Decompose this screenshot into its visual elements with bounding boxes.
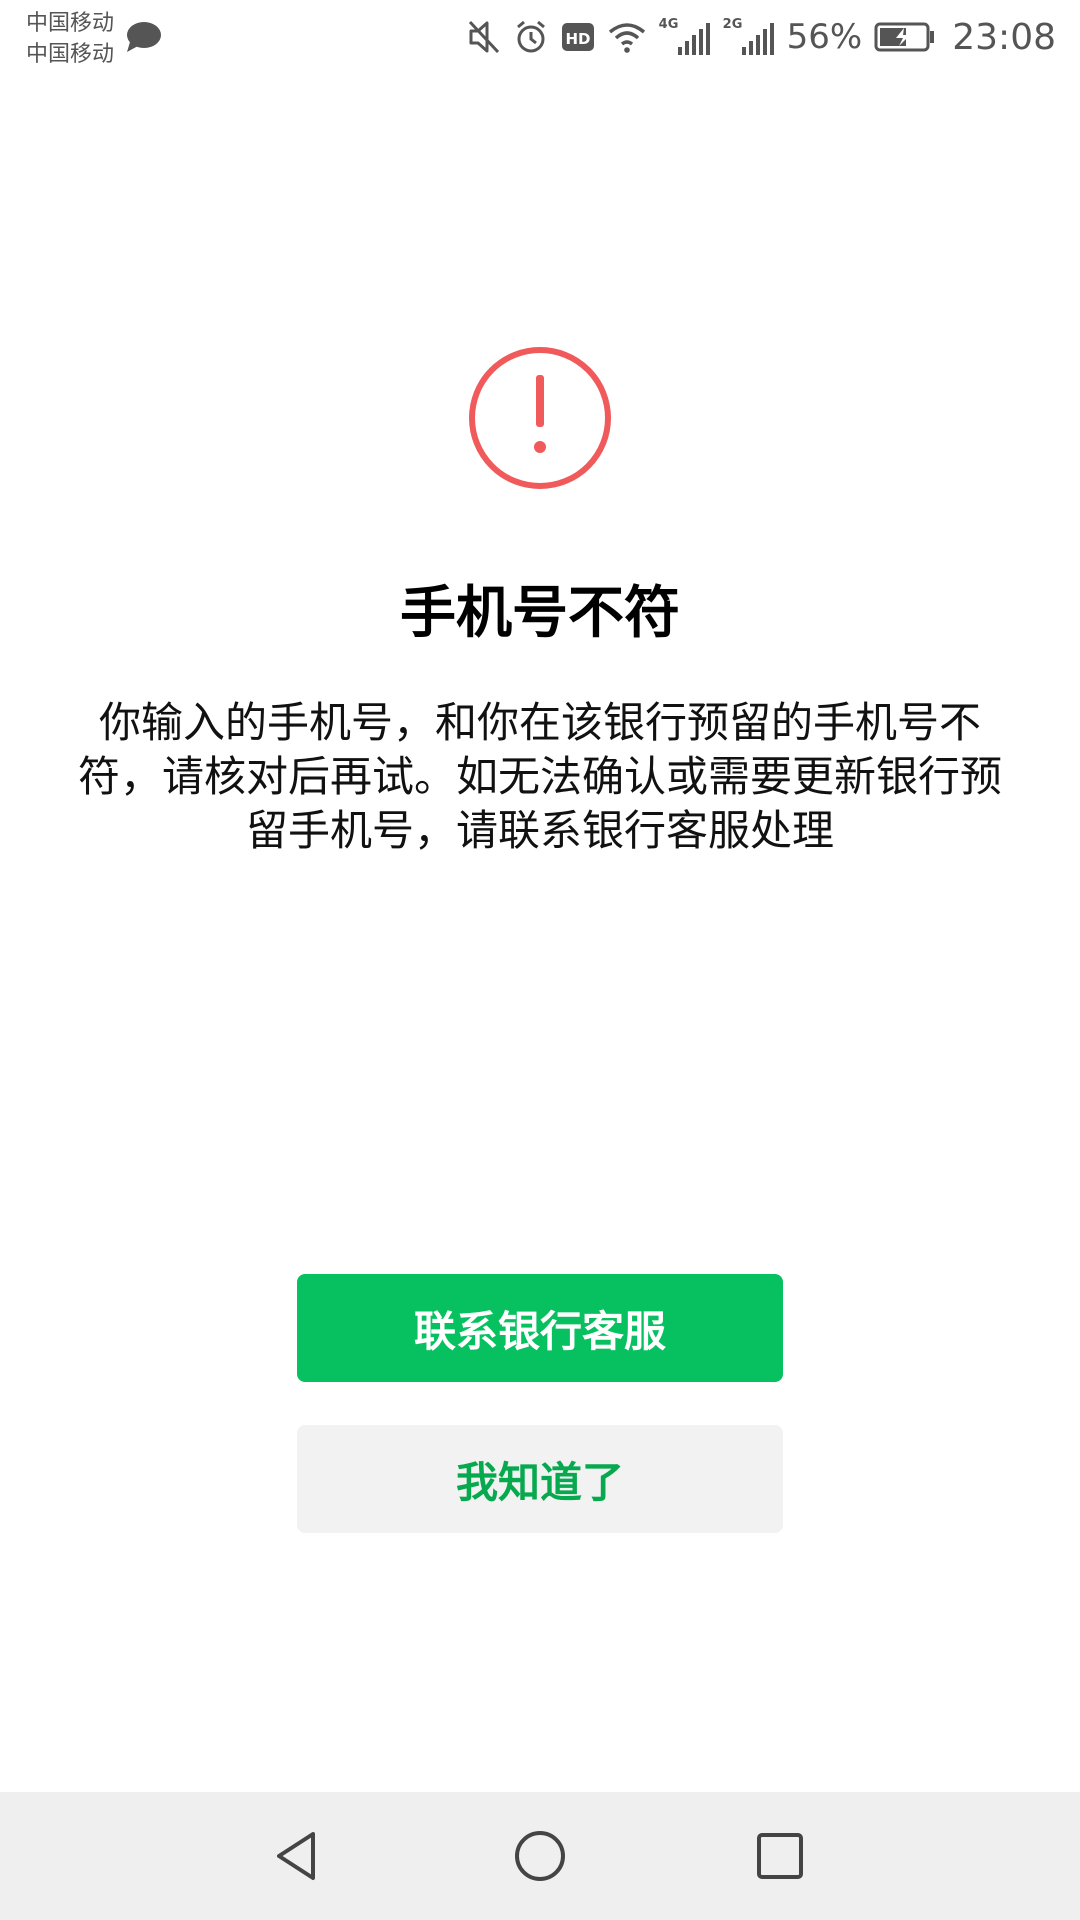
navigation-bar bbox=[0, 1792, 1080, 1920]
mute-icon bbox=[468, 20, 499, 54]
battery-charging-icon bbox=[874, 22, 935, 52]
dialog-message: 你输入的手机号，和你在该银行预留的手机号不符，请核对后再试。如无法确认或需要更新… bbox=[77, 698, 1002, 855]
signal-1: 4G bbox=[659, 17, 711, 57]
status-bar: 中国移动 中国移动 HD 4G 2G 56% 23:08 bbox=[0, 0, 1080, 80]
acknowledge-button[interactable]: 我知道了 bbox=[297, 1425, 783, 1533]
contact-bank-button[interactable]: 联系银行客服 bbox=[297, 1274, 783, 1382]
alarm-icon bbox=[516, 20, 545, 53]
screen: 中国移动 中国移动 HD 4G 2G 56% 23:08 手机号不符 你输入的手… bbox=[0, 0, 1080, 1920]
network-1-label: 4G bbox=[658, 17, 679, 32]
wifi-icon bbox=[608, 23, 645, 53]
status-icons: HD 4G 2G 56% 23:08 bbox=[467, 12, 1056, 62]
carrier-info: 中国移动 中国移动 bbox=[26, 8, 114, 70]
hd-icon: HD bbox=[561, 23, 594, 51]
battery-percent: 56% bbox=[786, 17, 863, 57]
carrier-1: 中国移动 bbox=[26, 11, 115, 36]
home-icon[interactable] bbox=[506, 1822, 574, 1890]
clock: 23:08 bbox=[952, 16, 1056, 58]
signal-icon bbox=[741, 23, 774, 55]
back-icon[interactable] bbox=[265, 1822, 333, 1890]
signal-2: 2G bbox=[723, 17, 775, 57]
chat-bubble-icon bbox=[127, 22, 161, 52]
signal-icon bbox=[677, 23, 710, 55]
svg-text:HD: HD bbox=[565, 30, 590, 48]
alert-circle-icon bbox=[469, 347, 611, 489]
dialog-title: 手机号不符 bbox=[400, 581, 680, 646]
recents-icon[interactable] bbox=[746, 1822, 814, 1890]
network-2-label: 2G bbox=[722, 17, 743, 32]
carrier-2: 中国移动 bbox=[26, 42, 115, 67]
